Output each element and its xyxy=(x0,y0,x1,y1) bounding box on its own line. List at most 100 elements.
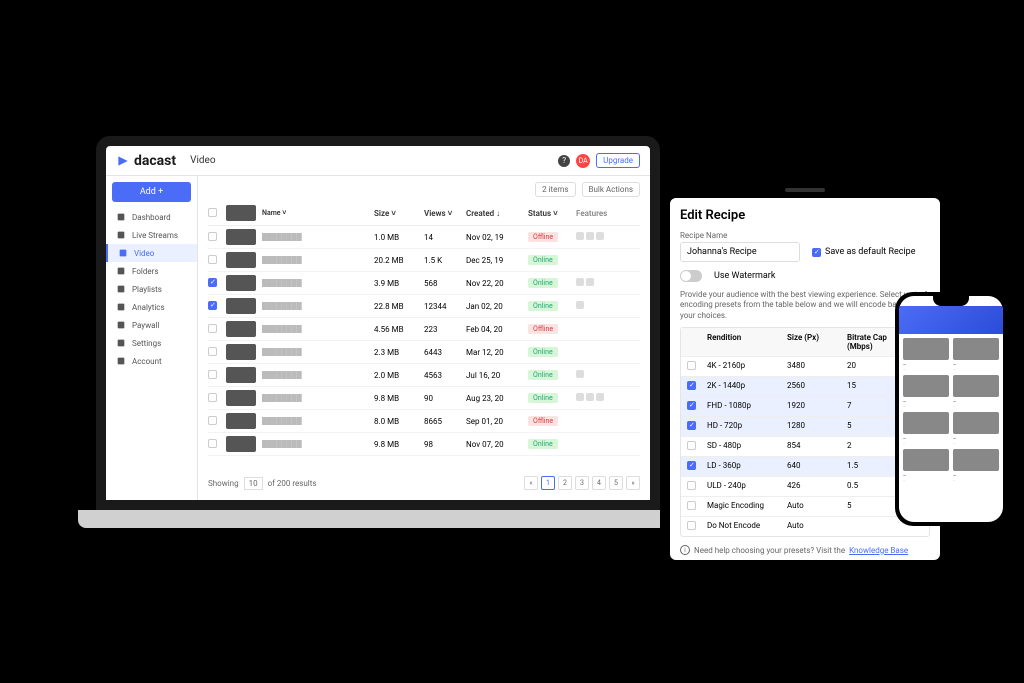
card-thumb xyxy=(903,449,949,471)
nav-analytics[interactable]: Analytics xyxy=(106,298,197,316)
nav-video[interactable]: Video xyxy=(106,244,197,262)
nav-folders[interactable]: Folders xyxy=(106,262,197,280)
phone-card[interactable]: —— xyxy=(903,375,949,408)
preset-checkbox[interactable] xyxy=(687,481,696,490)
nav-playlists[interactable]: Playlists xyxy=(106,280,197,298)
feature-icon xyxy=(576,301,584,309)
col-created[interactable]: Created xyxy=(466,209,494,218)
preset-row[interactable]: Do Not EncodeAuto xyxy=(681,516,929,536)
table-row[interactable]: ████████8.0 MB8665Sep 01, 20Offline xyxy=(208,410,640,433)
row-checkbox[interactable] xyxy=(208,416,217,425)
row-checkbox[interactable] xyxy=(208,301,217,310)
page-4[interactable]: 4 xyxy=(592,476,606,490)
nav-dashboard[interactable]: Dashboard xyxy=(106,208,197,226)
table-row[interactable]: ████████1.0 MB14Nov 02, 19Offline xyxy=(208,226,640,249)
row-checkbox[interactable] xyxy=(208,278,217,287)
row-checkbox[interactable] xyxy=(208,232,217,241)
save-default-checkbox[interactable]: Save as default Recipe xyxy=(812,247,916,257)
video-size: 9.8 MB xyxy=(374,394,424,403)
col-size[interactable]: Size xyxy=(374,209,389,218)
table-row[interactable]: ████████2.0 MB4563Jul 16, 20Online xyxy=(208,364,640,387)
preset-checkbox[interactable] xyxy=(687,421,696,430)
phone-card[interactable]: —— xyxy=(953,338,999,371)
page-«[interactable]: « xyxy=(524,476,538,490)
help-icon[interactable]: ? xyxy=(558,155,570,167)
col-name[interactable]: Name xyxy=(262,209,281,217)
card-text: — xyxy=(953,478,999,482)
upgrade-button[interactable]: Upgrade xyxy=(596,153,640,168)
page-»[interactable]: » xyxy=(626,476,640,490)
page-2[interactable]: 2 xyxy=(558,476,572,490)
feature-icon xyxy=(576,370,584,378)
col-status[interactable]: Status xyxy=(528,209,551,218)
preset-checkbox[interactable] xyxy=(687,361,696,370)
preset-row[interactable]: FHD - 1080p19207 xyxy=(681,396,929,416)
add-button[interactable]: Add + xyxy=(112,182,191,202)
play-icon xyxy=(118,248,128,258)
page-size-select[interactable]: 10 xyxy=(244,477,263,490)
row-checkbox[interactable] xyxy=(208,370,217,379)
preset-row[interactable]: ULD - 240p4260.5 xyxy=(681,476,929,496)
preset-row[interactable]: SD - 480p8542 xyxy=(681,436,929,456)
card-thumb xyxy=(953,449,999,471)
page-1[interactable]: 1 xyxy=(541,476,555,490)
preset-row[interactable]: 2K - 1440p256015 xyxy=(681,376,929,396)
table-row[interactable]: ████████20.2 MB1.5 KDec 25, 19Online xyxy=(208,249,640,272)
phone-card[interactable]: —— xyxy=(953,375,999,408)
table-row[interactable]: ████████22.8 MB12344Jan 02, 20Online xyxy=(208,295,640,318)
preset-checkbox[interactable] xyxy=(687,501,696,510)
preset-checkbox[interactable] xyxy=(687,381,696,390)
phone-card[interactable]: —— xyxy=(903,449,949,482)
account-icon xyxy=(116,356,126,366)
nav-live-streams[interactable]: Live Streams xyxy=(106,226,197,244)
nav-account[interactable]: Account xyxy=(106,352,197,370)
nav-label: Dashboard xyxy=(132,213,171,222)
row-checkbox[interactable] xyxy=(208,347,217,356)
status-badge: Offline xyxy=(528,232,558,242)
phone-screen: —— —— —— —— —— —— —— —— xyxy=(899,296,1003,522)
phone-card[interactable]: —— xyxy=(903,338,949,371)
video-created: Dec 25, 19 xyxy=(466,256,528,265)
page-3[interactable]: 3 xyxy=(575,476,589,490)
nav-paywall[interactable]: Paywall xyxy=(106,316,197,334)
preset-row[interactable]: HD - 720p12805 xyxy=(681,416,929,436)
knowledge-base-link[interactable]: Knowledge Base xyxy=(849,546,908,555)
preset-checkbox[interactable] xyxy=(687,441,696,450)
video-size: 20.2 MB xyxy=(374,256,424,265)
brand-logo[interactable]: dacast xyxy=(116,153,176,169)
select-all-checkbox[interactable] xyxy=(208,208,217,217)
row-checkbox[interactable] xyxy=(208,324,217,333)
preset-row[interactable]: LD - 360p6401.5 xyxy=(681,456,929,476)
recipe-name-input[interactable] xyxy=(680,242,800,262)
table-row[interactable]: ████████2.3 MB6443Mar 12, 20Online xyxy=(208,341,640,364)
preset-row[interactable]: Magic EncodingAuto5 xyxy=(681,496,929,516)
row-checkbox[interactable] xyxy=(208,255,217,264)
preset-checkbox[interactable] xyxy=(687,401,696,410)
preset-name: 2K - 1440p xyxy=(707,381,787,392)
table-row[interactable]: ████████3.9 MB568Nov 22, 20Online xyxy=(208,272,640,295)
page-5[interactable]: 5 xyxy=(609,476,623,490)
phone-card[interactable]: —— xyxy=(903,412,949,445)
preset-checkbox[interactable] xyxy=(687,521,696,530)
avatar[interactable]: DA xyxy=(576,154,590,168)
table-row[interactable]: ████████9.8 MB98Nov 07, 20Online xyxy=(208,433,640,456)
col-views[interactable]: Views xyxy=(424,209,446,218)
laptop-device: dacast Video ? DA Upgrade Add + Dashboar… xyxy=(96,136,660,556)
nav-settings[interactable]: Settings xyxy=(106,334,197,352)
preset-checkbox[interactable] xyxy=(687,461,696,470)
table-row[interactable]: ████████4.56 MB223Feb 04, 20Offline xyxy=(208,318,640,341)
bulk-actions-button[interactable]: Bulk Actions xyxy=(582,182,640,197)
phone-card[interactable]: —— xyxy=(953,412,999,445)
preset-size: Auto xyxy=(787,501,847,512)
video-created: Jan 02, 20 xyxy=(466,302,528,311)
row-checkbox[interactable] xyxy=(208,393,217,402)
preset-row[interactable]: 4K - 2160p348020 xyxy=(681,356,929,376)
phone-card[interactable]: —— xyxy=(953,449,999,482)
total-results: of 200 results xyxy=(268,479,317,488)
feature-icon xyxy=(596,393,604,401)
card-thumb xyxy=(903,338,949,360)
table-row[interactable]: ████████9.8 MB90Aug 23, 20Online xyxy=(208,387,640,410)
preset-size: 854 xyxy=(787,441,847,452)
watermark-toggle[interactable] xyxy=(680,270,702,282)
row-checkbox[interactable] xyxy=(208,439,217,448)
